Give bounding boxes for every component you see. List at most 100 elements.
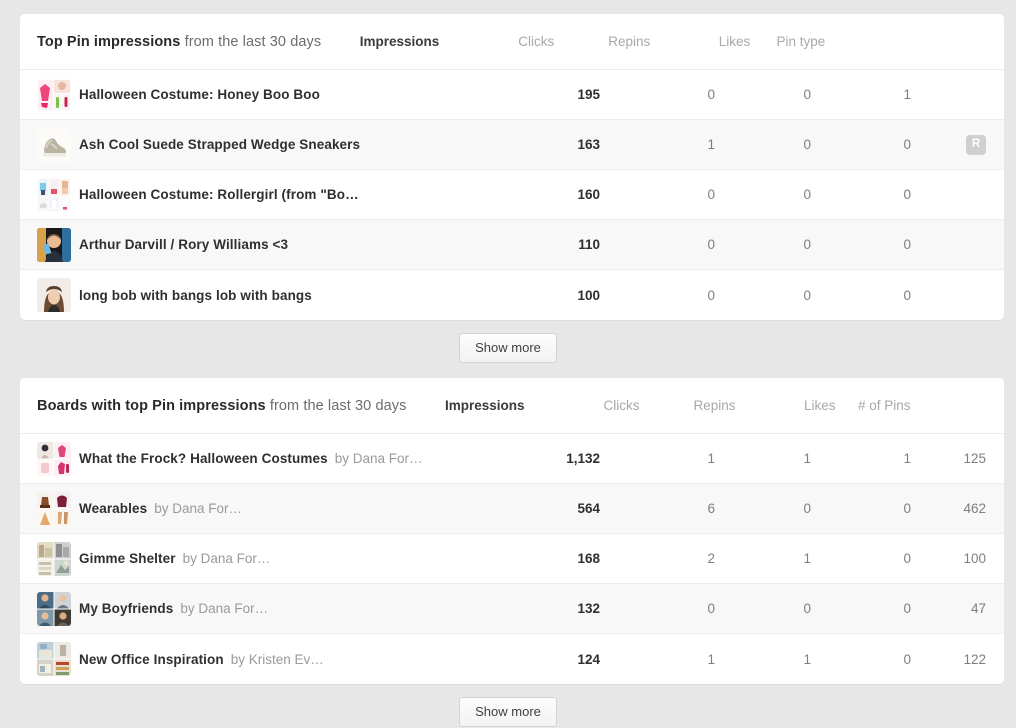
board-likes-value: 0 bbox=[903, 551, 911, 566]
wedge-sneaker-icon bbox=[37, 127, 71, 162]
pin-clicks-value: 0 bbox=[707, 187, 715, 202]
board-repins-value: 0 bbox=[803, 501, 811, 516]
table-row[interactable]: Wearables by Dana For… 564 6 0 0 462 bbox=[20, 484, 1004, 534]
table-row[interactable]: What the Frock? Halloween Costumes by Da… bbox=[20, 434, 1004, 484]
pins-col-pin-type[interactable]: Pin type bbox=[750, 34, 825, 49]
pins-col-repins[interactable]: Repins bbox=[554, 34, 650, 49]
pin-repins-value: 0 bbox=[803, 137, 811, 152]
pin-repins-value: 0 bbox=[803, 187, 811, 202]
pin-clicks-value: 0 bbox=[707, 287, 715, 303]
board-clicks-value: 0 bbox=[707, 601, 715, 616]
collage-dress-pink-icon bbox=[37, 77, 71, 112]
board-repins-value: 1 bbox=[803, 651, 811, 667]
board-title: Wearables bbox=[79, 501, 148, 516]
pin-name-cell[interactable]: Halloween Costume: Rollergirl (from "Bo… bbox=[37, 177, 482, 212]
pin-title: Arthur Darvill / Rory Williams <3 bbox=[79, 237, 289, 252]
board-boyfriends-icon bbox=[37, 591, 71, 626]
board-name-cell[interactable]: New Office Inspiration by Kristen Ev… bbox=[37, 642, 482, 676]
pin-impressions-value: 195 bbox=[577, 87, 600, 102]
table-row[interactable]: Halloween Costume: Rollergirl (from "Bo…… bbox=[20, 170, 1004, 220]
table-row[interactable]: My Boyfriends by Dana For… 132 0 0 0 47 bbox=[20, 584, 1004, 634]
board-byline: by Dana For… bbox=[154, 501, 242, 516]
pin-clicks-value: 0 bbox=[707, 87, 715, 102]
board-pins-value: 125 bbox=[963, 451, 986, 466]
board-likes-value: 0 bbox=[903, 651, 911, 667]
board-pins-value: 100 bbox=[963, 551, 986, 566]
pins-col-likes[interactable]: Likes bbox=[650, 34, 751, 49]
boards-col-num-pins[interactable]: # of Pins bbox=[836, 398, 911, 413]
pin-clicks-value: 1 bbox=[707, 137, 715, 152]
boards-col-likes[interactable]: Likes bbox=[736, 398, 836, 413]
pin-impressions-value: 110 bbox=[578, 237, 600, 252]
pin-impressions-value: 100 bbox=[577, 287, 600, 303]
show-more-button[interactable]: Show more bbox=[459, 697, 557, 727]
pin-repins-value: 0 bbox=[803, 237, 811, 252]
boards-panel-title-rest: from the last 30 days bbox=[265, 397, 407, 414]
pin-title: long bob with bangs lob with bangs bbox=[79, 287, 312, 303]
boards-panel-title: Boards with top Pin impressions from the… bbox=[37, 398, 407, 414]
pin-name-cell[interactable]: Halloween Costume: Honey Boo Boo bbox=[37, 77, 482, 112]
board-title: What the Frock? Halloween Costumes bbox=[79, 451, 328, 466]
pin-impressions-value: 163 bbox=[577, 137, 600, 152]
board-repins-value: 0 bbox=[803, 601, 811, 616]
pins-panel-title: Top Pin impressions from the last 30 day… bbox=[37, 34, 321, 50]
pin-impressions-value: 160 bbox=[577, 187, 600, 202]
boards-col-repins[interactable]: Repins bbox=[640, 398, 735, 413]
board-byline: by Dana For… bbox=[182, 551, 271, 566]
pin-name-cell[interactable]: Arthur Darvill / Rory Williams <3 bbox=[37, 227, 482, 262]
analytics-page: Top Pin impressions from the last 30 day… bbox=[0, 0, 1016, 728]
board-pins-value: 122 bbox=[963, 651, 986, 667]
board-likes-value: 0 bbox=[903, 601, 911, 616]
pins-table-header: Top Pin impressions from the last 30 day… bbox=[20, 14, 1004, 70]
board-clicks-value: 1 bbox=[707, 651, 715, 667]
collage-rollergirl-icon bbox=[37, 177, 71, 212]
board-pins-value: 47 bbox=[970, 601, 986, 616]
pins-panel-title-rest: from the last 30 days bbox=[180, 33, 322, 50]
boards-table-header: Boards with top Pin impressions from the… bbox=[20, 378, 1004, 434]
boards-col-clicks[interactable]: Clicks bbox=[525, 398, 640, 413]
pin-likes-value: 0 bbox=[903, 237, 911, 252]
pin-name-cell[interactable]: long bob with bangs lob with bangs bbox=[37, 278, 482, 312]
board-impressions-value: 124 bbox=[577, 651, 600, 667]
boards-col-impressions[interactable]: Impressions bbox=[407, 398, 525, 413]
pin-repins-value: 0 bbox=[803, 87, 811, 102]
board-office-icon bbox=[37, 642, 71, 676]
board-title: My Boyfriends bbox=[79, 601, 174, 616]
pin-likes-value: 1 bbox=[903, 87, 911, 102]
pins-panel-title-bold: Top Pin impressions bbox=[37, 33, 181, 50]
board-impressions-value: 132 bbox=[577, 601, 600, 616]
table-row[interactable]: Ash Cool Suede Strapped Wedge Sneakers 1… bbox=[20, 120, 1004, 170]
pin-likes-value: 0 bbox=[903, 137, 911, 152]
boards-panel-title-bold: Boards with top Pin impressions bbox=[37, 397, 266, 414]
table-row[interactable]: Halloween Costume: Honey Boo Boo 195 0 0… bbox=[20, 70, 1004, 120]
pin-type-cell: R bbox=[911, 134, 986, 155]
pin-name-cell[interactable]: Ash Cool Suede Strapped Wedge Sneakers bbox=[37, 127, 482, 162]
top-pin-impressions-card: Top Pin impressions from the last 30 day… bbox=[20, 14, 1004, 320]
table-row[interactable]: New Office Inspiration by Kristen Ev… 12… bbox=[20, 634, 1004, 684]
table-row[interactable]: Gimme Shelter by Dana For… 168 2 1 0 100 bbox=[20, 534, 1004, 584]
table-row[interactable]: Arthur Darvill / Rory Williams <3 110 0 … bbox=[20, 220, 1004, 270]
pin-repins-value: 0 bbox=[803, 287, 811, 303]
status-badge: R bbox=[966, 134, 986, 155]
portrait-woman-bob-icon bbox=[37, 278, 71, 312]
board-pins-value: 462 bbox=[963, 501, 986, 516]
pin-title: Halloween Costume: Honey Boo Boo bbox=[79, 87, 320, 102]
board-repins-value: 1 bbox=[803, 451, 811, 466]
board-shelter-icon bbox=[37, 541, 71, 576]
board-name-cell[interactable]: My Boyfriends by Dana For… bbox=[37, 591, 482, 626]
board-wearables-icon bbox=[37, 491, 71, 526]
board-likes-value: 1 bbox=[903, 451, 911, 466]
board-name-cell[interactable]: What the Frock? Halloween Costumes by Da… bbox=[37, 441, 482, 476]
board-likes-value: 0 bbox=[903, 501, 911, 516]
boards-show-more-wrap: Show more bbox=[0, 697, 1016, 727]
board-name-cell[interactable]: Wearables by Dana For… bbox=[37, 491, 482, 526]
pins-col-impressions[interactable]: Impressions bbox=[321, 34, 440, 49]
table-row[interactable]: long bob with bangs lob with bangs 100 0… bbox=[20, 270, 1004, 320]
board-clicks-value: 2 bbox=[707, 551, 715, 566]
board-name-cell[interactable]: Gimme Shelter by Dana For… bbox=[37, 541, 482, 576]
pins-col-clicks[interactable]: Clicks bbox=[439, 34, 554, 49]
portrait-man-icon bbox=[37, 227, 71, 262]
board-byline: by Dana For… bbox=[180, 601, 269, 616]
show-more-button[interactable]: Show more bbox=[459, 333, 557, 363]
board-impressions-value: 168 bbox=[577, 551, 600, 566]
